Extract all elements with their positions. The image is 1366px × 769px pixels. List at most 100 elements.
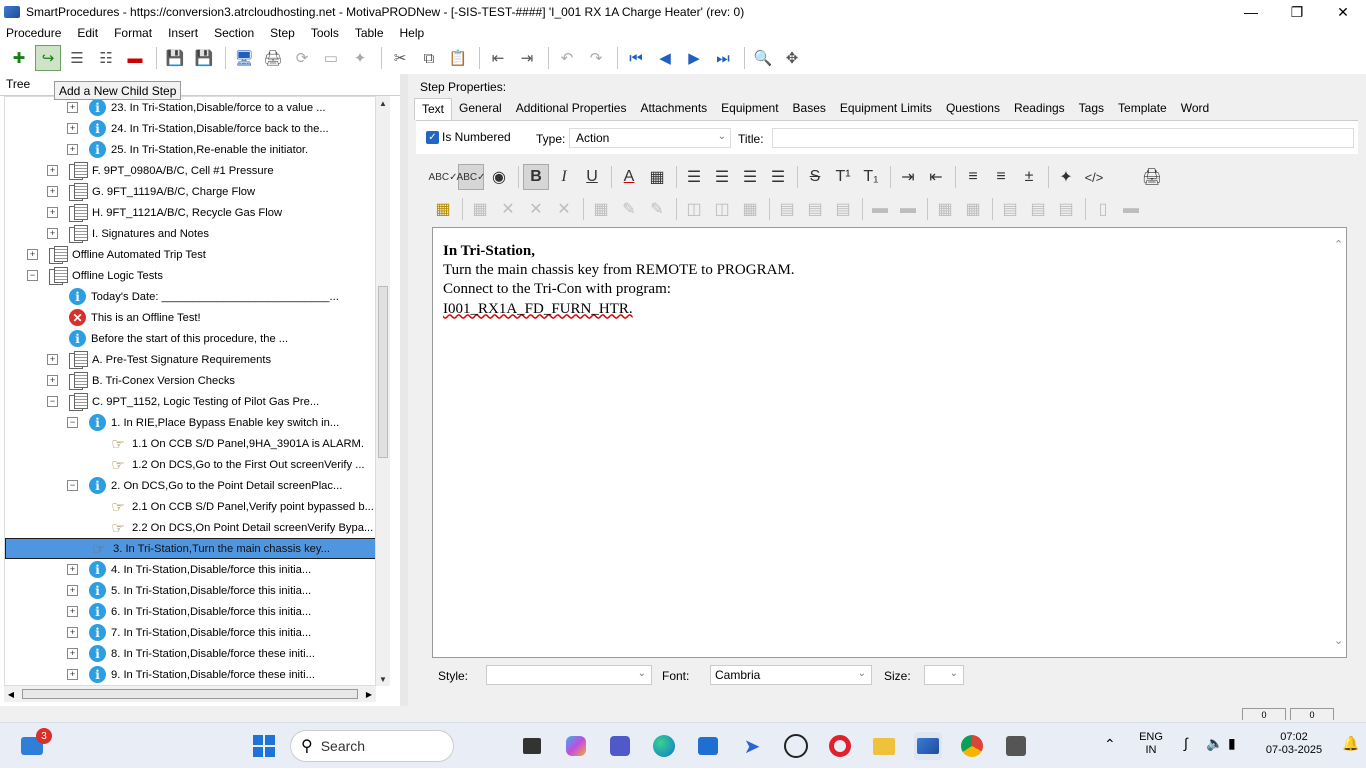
cell-edit-button[interactable]: ✎	[616, 196, 642, 222]
add-step-button[interactable]: ✚	[6, 45, 32, 71]
expand-icon[interactable]: +	[67, 648, 78, 659]
tab-equipment-limits[interactable]: Equipment Limits	[833, 98, 939, 120]
copilot-button[interactable]	[562, 732, 590, 760]
undo-button[interactable]: ↶	[554, 45, 580, 71]
tree-node[interactable]: − C. 9PT_1152, Logic Testing of Pilot Gas…	[5, 391, 319, 412]
battery-icon[interactable]: ▮	[1228, 736, 1236, 750]
tree-node[interactable]: + i 9. In Tri-Station,Disable/force these …	[5, 664, 315, 685]
tree-node[interactable]: + A. Pre-Test Signature Requirements	[5, 349, 271, 370]
indent-list-button[interactable]: ☰	[64, 45, 90, 71]
strikethrough-button[interactable]: S	[802, 164, 828, 190]
menu-format[interactable]: Format	[114, 26, 152, 40]
scroll-right-icon[interactable]: ▶	[362, 686, 376, 702]
copy-button[interactable]: ⧉	[416, 45, 442, 71]
smartprocedures-taskbar-button[interactable]	[914, 732, 942, 760]
tab-general[interactable]: General	[452, 98, 509, 120]
delete-table-button[interactable]: ✕	[495, 196, 521, 222]
expand-icon[interactable]: +	[27, 249, 38, 260]
tree-node[interactable]: + i 6. In Tri-Station,Disable/force this i…	[5, 601, 311, 622]
tree-node[interactable]: + i 7. In Tri-Station,Disable/force this i…	[5, 622, 311, 643]
chrome-button[interactable]	[958, 732, 986, 760]
insert-table-button[interactable]: ▦	[430, 196, 456, 222]
redo-button[interactable]: ↷	[583, 45, 609, 71]
language-indicator[interactable]: ENG IN	[1136, 731, 1166, 757]
tab-text[interactable]: Text	[414, 98, 453, 120]
publish-button[interactable]: 🖥	[231, 45, 257, 71]
style-select[interactable]: ⌄	[486, 665, 652, 685]
font-color-button[interactable]: A	[616, 164, 642, 190]
tree-node[interactable]: − i 2. On DCS,Go to the Point Detail scree…	[5, 475, 342, 496]
type-select[interactable]: Action ⌄	[569, 128, 731, 148]
wizard-button[interactable]: ✦	[1053, 164, 1079, 190]
collapse-icon[interactable]: −	[27, 270, 38, 281]
title-input[interactable]	[772, 128, 1354, 148]
tab-template[interactable]: Template	[1111, 98, 1174, 120]
italic-button[interactable]: I	[551, 164, 577, 190]
col-width-button[interactable]: ▯	[1090, 196, 1116, 222]
menu-section[interactable]: Section	[214, 26, 254, 40]
tree-node[interactable]: + G. 9FT_1119A/B/C, Charge Flow	[5, 181, 255, 202]
tree-node[interactable]: + i 23. In Tri-Station,Disable/force to a …	[5, 97, 326, 118]
magic-button[interactable]: ✦	[347, 45, 373, 71]
expand-icon[interactable]: +	[67, 564, 78, 575]
bold-button[interactable]: B	[523, 164, 549, 190]
scroll-left-icon[interactable]: ◀	[4, 686, 18, 702]
border-top-button[interactable]: ▤	[997, 196, 1023, 222]
cell-prop-button[interactable]: ▦	[588, 196, 614, 222]
tab-tree[interactable]: Tree	[6, 77, 30, 91]
tree-node[interactable]: − Offline Logic Tests	[5, 265, 163, 286]
collapse-icon[interactable]: −	[67, 417, 78, 428]
align-center-button[interactable]: ☰	[709, 164, 735, 190]
notification-bell-icon[interactable]: 🔔	[1342, 736, 1359, 750]
tree-node[interactable]: + i 25. In Tri-Station,Re-enable the initi…	[5, 139, 308, 160]
tree-node[interactable]: − i 1. In RIE,Place Bypass Enable key swit…	[5, 412, 339, 433]
print-button[interactable]: 🖨	[260, 45, 286, 71]
minimize-button[interactable]: —	[1228, 0, 1274, 24]
volume-icon[interactable]: 🔈	[1206, 736, 1223, 750]
expand-icon[interactable]: +	[47, 207, 58, 218]
paste-button[interactable]: 📋	[445, 45, 471, 71]
close-button[interactable]: ✕	[1320, 0, 1366, 24]
task-view-button[interactable]	[518, 732, 546, 760]
step-text-editor[interactable]: In Tri-Station, Turn the main chassis ke…	[432, 227, 1347, 658]
tree-node[interactable]: + F. 9PT_0980A/B/C, Cell #1 Pressure	[5, 160, 274, 181]
row-height-button[interactable]: ▬	[1118, 196, 1144, 222]
increase-indent-button[interactable]: ⇥	[895, 164, 921, 190]
first-step-button[interactable]: ⏮	[623, 45, 649, 71]
align-left-button[interactable]: ☰	[681, 164, 707, 190]
split-cells-button[interactable]: ▬	[895, 196, 921, 222]
file-explorer-button[interactable]	[870, 732, 898, 760]
menu-insert[interactable]: Insert	[168, 26, 198, 40]
tab-equipment[interactable]: Equipment	[714, 98, 785, 120]
editor-scrollbar[interactable]: ⌃ ⌄	[1332, 228, 1346, 657]
editor-scroll-down-icon[interactable]: ⌄	[1334, 634, 1343, 647]
font-select[interactable]: Cambria ⌄	[710, 665, 872, 685]
tree-node[interactable]: ☞ 3. In Tri-Station,Turn the main chassis…	[5, 538, 375, 559]
tree-node[interactable]: ✕ This is an Offline Test!	[5, 307, 201, 328]
outline-button[interactable]: ☷	[93, 45, 119, 71]
next-step-button[interactable]: ▶	[681, 45, 707, 71]
tree-node[interactable]: i Today's Date: _________________________…	[5, 286, 339, 307]
insert-row-below-button[interactable]: ▤	[802, 196, 828, 222]
expand-icon[interactable]: +	[47, 375, 58, 386]
merge-cells-button[interactable]: ▬	[867, 196, 893, 222]
opera-button[interactable]	[826, 732, 854, 760]
insert-rule-button[interactable]: ±	[1016, 164, 1042, 190]
tree-node[interactable]: + B. Tri-Conex Version Checks	[5, 370, 235, 391]
cell-align-button[interactable]: ▦	[932, 196, 958, 222]
html-source-button[interactable]: </>	[1081, 164, 1107, 190]
tree-vertical-scrollbar[interactable]: ▲ ▼	[376, 96, 390, 686]
tab-readings[interactable]: Readings	[1007, 98, 1072, 120]
tree-node[interactable]: + i 4. In Tri-Station,Disable/force this i…	[5, 559, 311, 580]
superscript-button[interactable]: T¹	[830, 164, 856, 190]
tree-node[interactable]: ☞ 1.2 On DCS,Go to the First Out screenVe…	[5, 454, 364, 475]
form-button[interactable]: ▭	[318, 45, 344, 71]
refresh-button[interactable]: ⟳	[289, 45, 315, 71]
expand-icon[interactable]: +	[67, 123, 78, 134]
expand-icon[interactable]: +	[67, 606, 78, 617]
insert-row-above-button[interactable]: ▤	[774, 196, 800, 222]
tree-node[interactable]: i Before the start of this procedure, the…	[5, 328, 288, 349]
size-select[interactable]: ⌄	[924, 665, 964, 685]
panel-splitter[interactable]	[400, 74, 408, 706]
numbered-list-button[interactable]: ≡	[988, 164, 1014, 190]
